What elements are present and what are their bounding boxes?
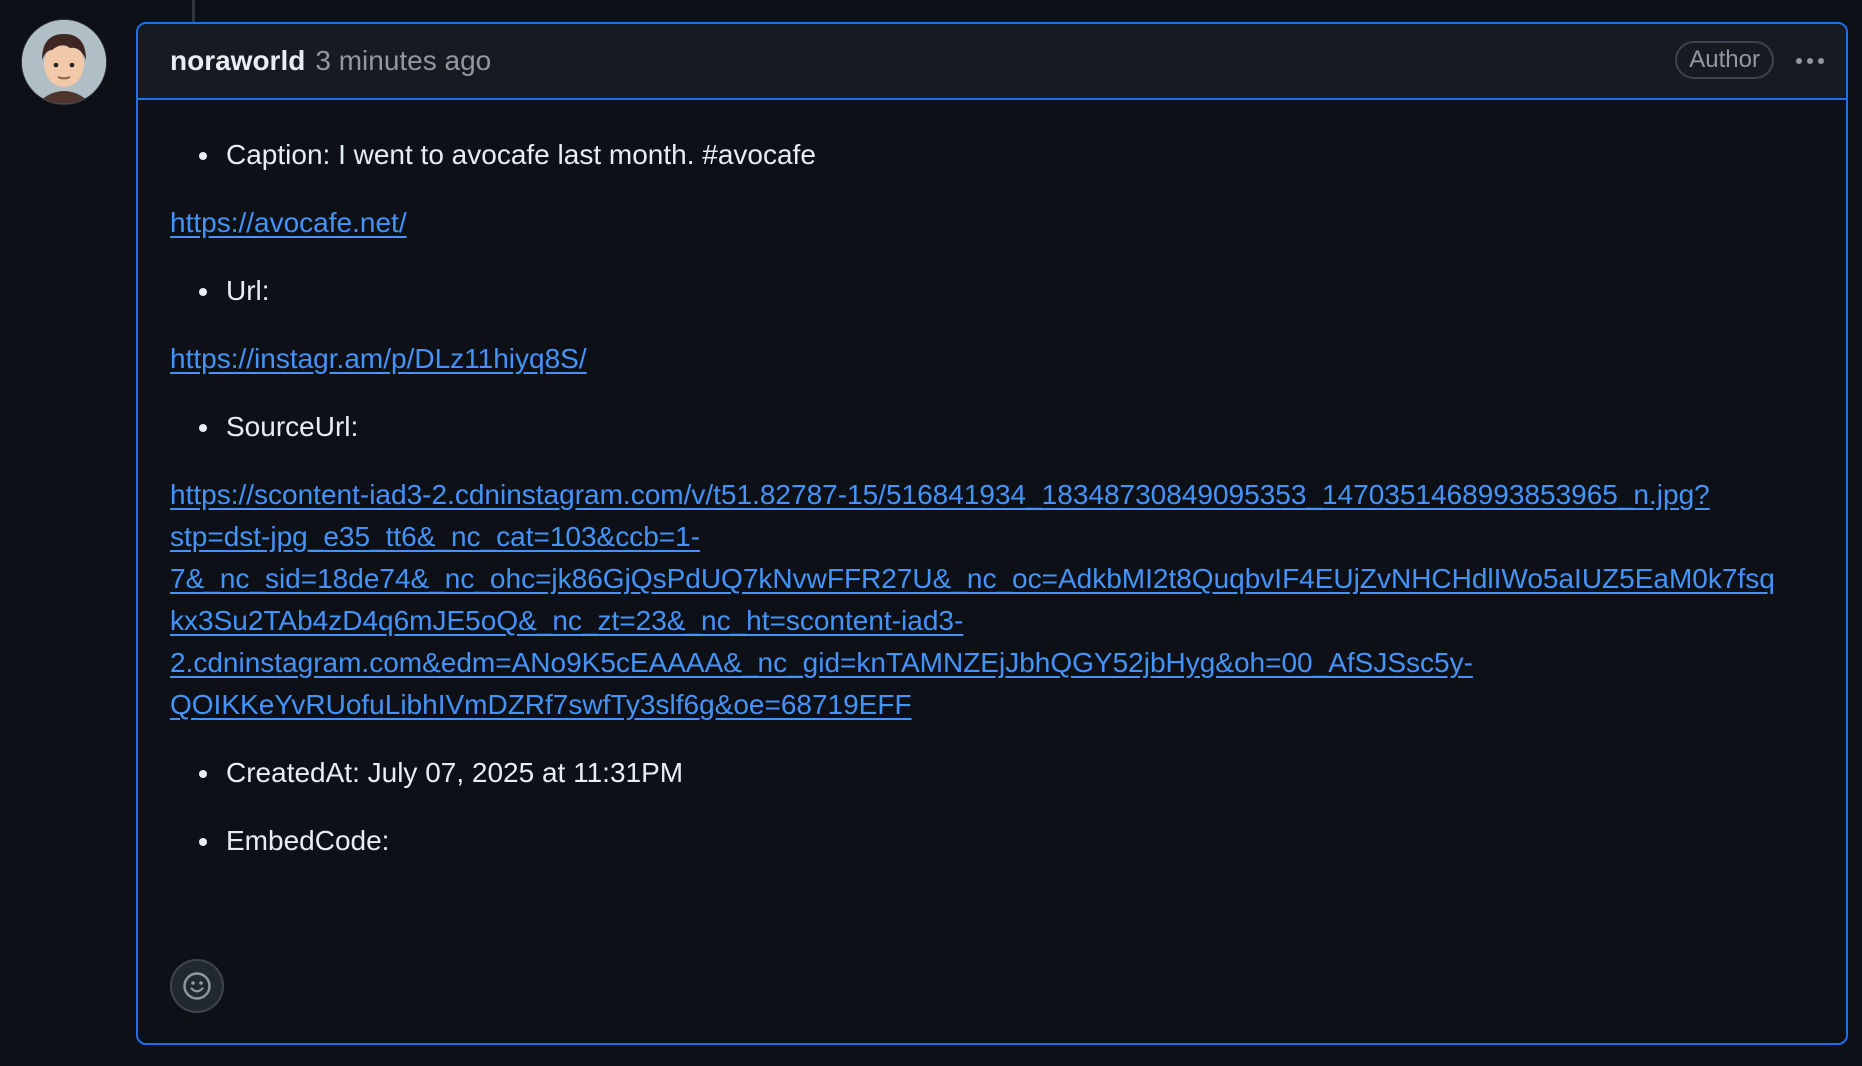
list-item-caption: Caption: I went to avocafe last month. #… [170,134,1814,176]
smiley-icon [183,972,211,1000]
source-url-line: kx3Su2TAb4zD4q6mJE5oQ&_nc_zt=23&_nc_ht=s… [170,605,964,636]
author-badge: Author [1675,41,1774,79]
source-url-line: QOIKKeYvRUofuLibhIVmDZRf7swfTy3slf6g&oe=… [170,689,912,720]
field-caption: Caption: I went to avocafe last month. #… [194,134,1814,176]
list-item-created-at: CreatedAt: July 07, 2025 at 11:31PM [170,752,1814,794]
source-url-line: 7&_nc_sid=18de74&_nc_ohc=jk86GjQsPdUQ7kN… [170,563,1775,594]
caption-link[interactable]: https://avocafe.net/ [170,207,407,238]
source-url-line: stp=dst-jpg_e35_tt6&_nc_cat=103&ccb=1- [170,521,701,552]
comment-options-button[interactable] [1790,44,1830,78]
field-created-at: CreatedAt: July 07, 2025 at 11:31PM [194,752,1814,794]
comment-body: Caption: I went to avocafe last month. #… [138,100,1846,862]
field-embed-code: EmbedCode: [194,820,1814,862]
url-link[interactable]: https://instagr.am/p/DLz11hiyq8S/ [170,343,587,374]
field-source-url: SourceUrl: [194,406,1814,448]
comment-header: noraworld 3 minutes ago Author [138,24,1846,100]
source-url-line: 2.cdninstagram.com&edm=ANo9K5cEAAAA&_nc_… [170,647,1473,678]
comment-card: noraworld 3 minutes ago Author Caption: … [136,22,1848,1045]
add-reaction-button[interactable] [170,959,224,1013]
author-link[interactable]: noraworld [170,45,305,77]
avatar-image [22,20,106,104]
list-item-embed-code: EmbedCode: [170,820,1814,862]
kebab-horizontal-icon [1796,58,1824,64]
avatar[interactable] [22,20,106,104]
comment-timestamp[interactable]: 3 minutes ago [315,45,491,77]
timeline-connector [192,0,195,22]
list-item-url: Url: [170,270,1814,312]
list-item-source-url: SourceUrl: [170,406,1814,448]
source-url-link[interactable]: https://scontent-iad3-2.cdninstagram.com… [170,474,1814,726]
field-url: Url: [194,270,1814,312]
source-url-line: https://scontent-iad3-2.cdninstagram.com… [170,479,1710,510]
